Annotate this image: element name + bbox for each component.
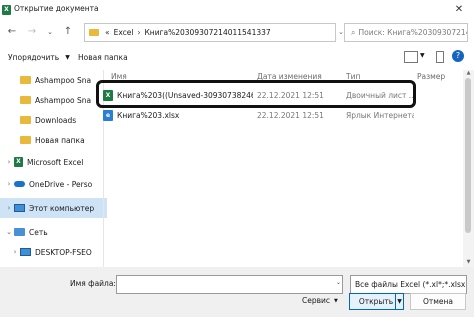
file-date: 22.12.2021 12:51: [257, 110, 324, 120]
file-type: Ярлык Интернета: [346, 110, 414, 120]
chevron-down-icon: ▼: [65, 54, 70, 61]
breadcrumb-excel[interactable]: Excel: [114, 28, 134, 37]
breadcrumb-overflow[interactable]: «: [105, 28, 110, 37]
forward-icon[interactable]: →: [24, 24, 40, 40]
scroll-down-icon[interactable]: ▼: [464, 259, 473, 266]
window-title: Открытие документа: [14, 4, 99, 13]
view-chevron-down-icon[interactable]: ▼: [420, 52, 425, 59]
folder-icon: [89, 29, 99, 36]
nav-item-label: Downloads: [35, 115, 77, 125]
excel-app-icon: X: [2, 5, 11, 15]
scroll-up-icon[interactable]: ▲: [464, 70, 473, 77]
nav-item-label: Ashampoo Sna: [35, 95, 92, 105]
address-bar[interactable]: « Excel › Книга%20309307214011541337: [84, 23, 336, 42]
cancel-button[interactable]: Отмена: [410, 293, 466, 310]
up-icon[interactable]: ↑: [60, 24, 76, 40]
nav-item-label: Ashampoo Sna: [35, 75, 92, 85]
nav-item-microsoft-excel[interactable]: › X Microsoft Excel: [0, 152, 107, 172]
nav-item-desktop-fseo[interactable]: › DESKTOP-FSEO: [0, 242, 113, 262]
file-name: Книга%203.xlsx: [117, 110, 180, 120]
folder-icon: [20, 96, 31, 104]
folder-icon: [20, 136, 31, 144]
computer-icon: [20, 248, 31, 256]
filename-label: Имя файла:: [70, 279, 116, 288]
cloud-icon: [14, 181, 25, 187]
help-icon[interactable]: ?: [452, 50, 464, 62]
excel-icon: X: [14, 157, 23, 167]
breadcrumb-current-folder[interactable]: Книга%20309307214011541337: [144, 28, 270, 37]
internet-shortcut-icon: e: [103, 110, 113, 121]
filename-input[interactable]: [116, 275, 343, 294]
tools-button[interactable]: Сервис ▼: [302, 296, 338, 305]
back-icon[interactable]: ←: [4, 24, 20, 40]
tools-label: Сервис: [302, 296, 331, 305]
nav-item-onedrive[interactable]: › OneDrive - Perso: [0, 174, 107, 194]
view-options-icon[interactable]: [404, 51, 418, 63]
expand-chevron-icon[interactable]: ›: [4, 158, 14, 166]
nav-item-label: OneDrive - Perso: [29, 179, 93, 189]
search-placeholder: Поиск: Книга%203093072140115413...: [358, 28, 467, 37]
search-icon: ⌕: [351, 27, 356, 37]
file-row[interactable]: e Книга%203.xlsx 22.12.2021 12:51 Ярлык …: [103, 106, 460, 124]
expand-chevron-icon[interactable]: ›: [4, 204, 14, 212]
chevron-down-icon: ▼: [334, 297, 338, 304]
close-icon[interactable]: ✕: [452, 3, 466, 17]
file-type-select[interactable]: Все файлы Excel (*.xl*;*.xlsx;*.xl: [350, 275, 467, 294]
organize-label: Упорядочить: [8, 53, 60, 62]
recent-locations-chevron-icon[interactable]: ⌄: [42, 24, 58, 40]
file-type-value: Все файлы Excel (*.xl*;*.xlsx;*.xl: [355, 280, 466, 289]
nav-item-label: Microsoft Excel: [27, 157, 84, 167]
expand-chevron-icon[interactable]: ›: [4, 180, 14, 188]
new-folder-button[interactable]: Новая папка: [78, 53, 128, 62]
breadcrumb-separator-icon[interactable]: ›: [137, 28, 140, 37]
title-bar: X Открытие документа ✕: [0, 0, 474, 20]
expand-chevron-icon[interactable]: ›: [10, 248, 20, 256]
nav-item-this-pc[interactable]: › Этот компьютер: [0, 198, 107, 218]
toolbar: Упорядочить ▼ Новая папка ▼ ?: [0, 48, 474, 70]
nav-item-label: Этот компьютер: [29, 203, 95, 213]
navigation-pane: Ashampoo Sna Ashampoo Sna Downloads Нова…: [0, 70, 107, 267]
search-input[interactable]: ⌕ Поиск: Книга%203093072140115413...: [344, 23, 468, 42]
expand-chevron-icon[interactable]: ⌄: [4, 228, 14, 236]
nav-item-label: DESKTOP-FSEO: [35, 247, 92, 257]
folder-icon: [20, 76, 31, 84]
organize-button[interactable]: Упорядочить ▼: [8, 53, 70, 62]
computer-icon: [14, 204, 25, 212]
nav-item-label: Новая папка: [35, 135, 85, 145]
nav-item-network[interactable]: ⌄ Сеть: [0, 222, 107, 242]
highlight-annotation: [96, 80, 416, 108]
nav-item-label: Сеть: [29, 227, 48, 237]
filename-dropdown-icon[interactable]: ⌄: [336, 279, 341, 286]
column-header-size[interactable]: Размер: [417, 72, 445, 81]
scrollbar-thumb[interactable]: [465, 78, 471, 233]
open-options-chevron-icon[interactable]: ▼: [395, 293, 404, 310]
network-icon: [14, 228, 25, 236]
preview-pane-icon[interactable]: [436, 51, 444, 63]
folder-icon: [20, 116, 31, 124]
